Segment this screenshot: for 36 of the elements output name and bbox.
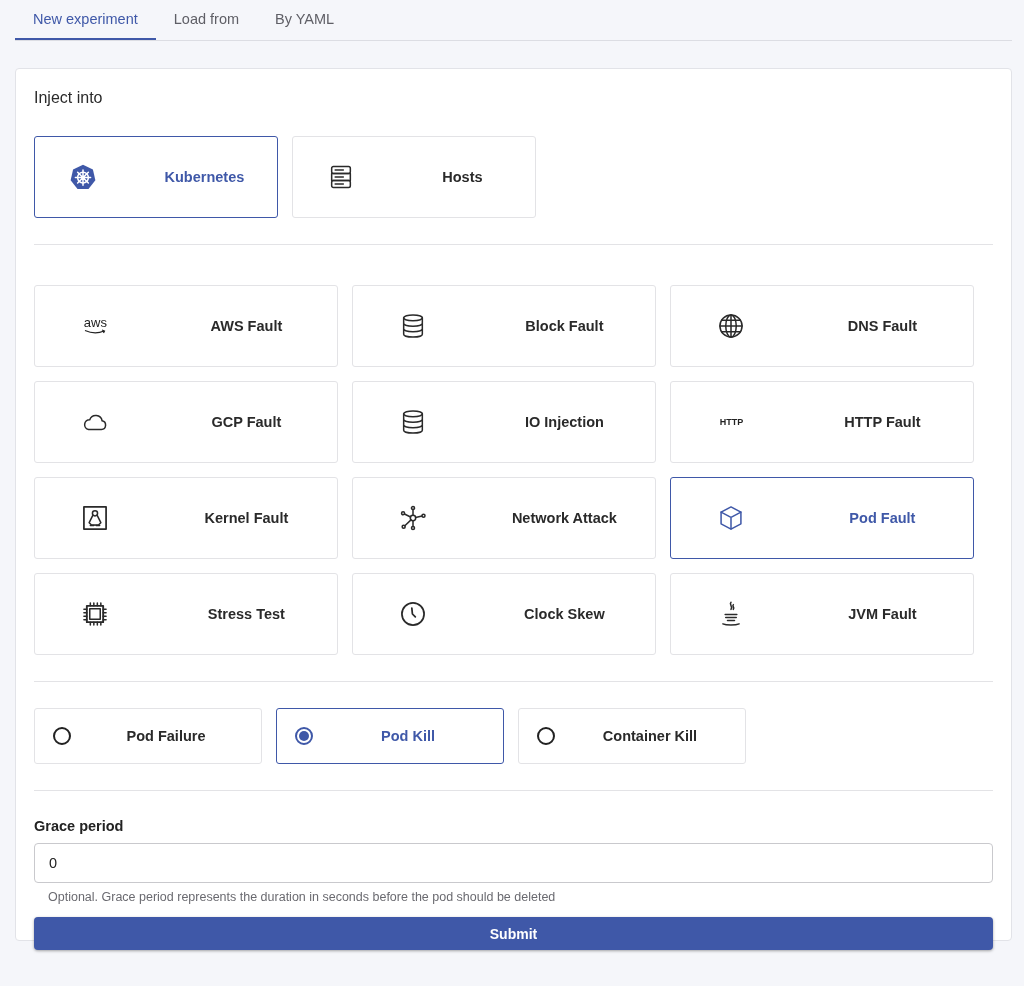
fault-option[interactable]: Pod Fault	[670, 477, 974, 559]
fault-option[interactable]: Kernel Fault	[34, 477, 338, 559]
radio-button[interactable]	[537, 727, 555, 745]
fault-option[interactable]: Network Attack	[352, 477, 656, 559]
fault-option[interactable]: DNS Fault	[670, 285, 974, 367]
submit-button[interactable]: Submit	[34, 917, 993, 950]
grace-period-field[interactable]: 0	[34, 843, 993, 883]
fault-option[interactable]: HTTP HTTP Fault	[670, 381, 974, 463]
fault-option[interactable]: aws AWS Fault	[34, 285, 338, 367]
action-option[interactable]: Pod Failure	[34, 708, 262, 764]
aws-logo: aws	[83, 317, 108, 335]
tab[interactable]: By YAML	[257, 0, 353, 40]
http-icon: HTTP	[719, 417, 744, 427]
radio-button[interactable]	[295, 727, 313, 745]
field-label: Grace period	[34, 818, 124, 834]
tab[interactable]: New experiment	[15, 0, 156, 40]
globe-icon	[717, 312, 746, 340]
network-icon	[399, 504, 428, 532]
tab[interactable]: Load from	[155, 0, 258, 40]
radio-button[interactable]	[53, 727, 71, 745]
fault-option[interactable]: JVM Fault	[670, 573, 974, 655]
fault-option[interactable]: GCP Fault	[34, 381, 338, 463]
action-option[interactable]: Pod Kill	[276, 708, 504, 764]
section-title: Inject into	[34, 89, 104, 107]
fault-option[interactable]: IO Injection	[352, 381, 656, 463]
clock-icon	[399, 600, 428, 628]
fault-option[interactable]: Block Fault	[352, 285, 656, 367]
target-option[interactable]: Hosts	[292, 136, 536, 218]
chip-icon	[81, 600, 110, 628]
kubernetes-icon	[69, 163, 98, 191]
action-option[interactable]: Container Kill	[518, 708, 746, 764]
penguin-icon	[81, 504, 110, 532]
fault-option[interactable]: Stress Test	[34, 573, 338, 655]
helper-text: Optional. Grace period represents the duration in seconds before the pod should be deleted	[48, 890, 556, 904]
target-option[interactable]: Kubernetes	[34, 136, 278, 218]
fault-option[interactable]: Clock Skew	[352, 573, 656, 655]
